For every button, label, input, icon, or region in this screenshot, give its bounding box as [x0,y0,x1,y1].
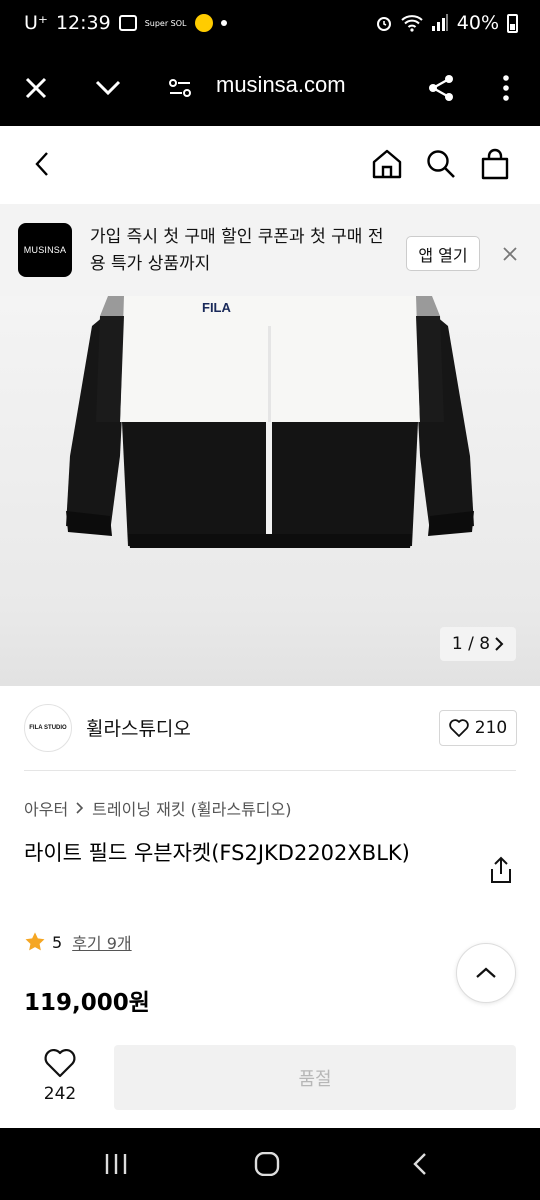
image-counter-text: 1 / 8 [451,634,491,654]
chevron-right-icon [76,802,84,814]
notification-dot-icon [220,20,227,26]
system-nav-bar [0,1128,540,1200]
back-button[interactable] [22,144,62,184]
chevron-down-icon [95,80,121,96]
chevron-left-icon [35,152,48,176]
close-icon [25,77,47,99]
open-app-button[interactable]: 앱 열기 [406,236,480,271]
browser-toolbar: musinsa.com [0,50,540,126]
brand-like-count: 210 [474,718,508,738]
close-banner-button[interactable] [498,242,522,266]
heart-outline-icon [44,1048,76,1078]
wishlist-button[interactable] [44,1048,76,1078]
share-product-button[interactable] [488,856,514,884]
close-icon [503,247,517,261]
soldout-button[interactable]: 품절 [114,1045,516,1110]
battery-percent: 40% [456,12,499,34]
review-link[interactable]: 후기 9개 [72,930,131,954]
signal-icon [431,14,448,31]
wifi-icon [401,15,423,32]
super-sol-icon: Super SOL [144,18,187,28]
breadcrumb: 아우터 트레이닝 재킷 (휠라스튜디오) [24,796,291,820]
carrier-label: U⁺ [24,12,48,34]
home-icon [372,149,402,179]
scroll-to-top-button[interactable] [456,943,516,1003]
clock: 12:39 [55,12,111,34]
image-counter[interactable]: 1 / 8 [440,627,516,661]
shopping-bag-icon [481,148,509,180]
back-nav-button[interactable] [400,1146,440,1182]
kb-icon [194,14,213,32]
search-button[interactable] [421,144,461,184]
tune-icon [169,79,191,97]
rating: 5 후기 9개 [24,930,132,954]
product-price: 119,000원 [24,990,150,1016]
share-upload-icon [491,856,511,883]
chevron-up-icon [476,967,496,978]
banner-message: 가입 즉시 첫 구매 할인 쿠폰과 첫 구매 전용 특가 상품까지 [90,227,384,274]
home-button[interactable] [367,144,407,184]
rating-score: 5 [52,932,63,952]
star-icon [25,932,45,951]
url-text[interactable]: musinsa.com [216,72,346,98]
recent-apps-icon [105,1154,127,1174]
breadcrumb-category[interactable]: 아우터 [24,796,68,820]
app-install-banner: MUSINSA 가입 즉시 첫 구매 할인 쿠폰과 첫 구매 전용 특가 상품까… [0,204,540,296]
divider [24,770,516,771]
share-page-button[interactable] [421,68,461,108]
share-icon [429,75,453,101]
wishlist-count: 242 [43,1084,77,1104]
search-icon [427,150,455,178]
home-nav-button[interactable] [247,1146,287,1182]
recent-apps-button[interactable] [96,1146,136,1182]
site-header [0,126,540,204]
minimize-button[interactable] [88,68,128,108]
more-vert-icon [503,75,509,101]
gallery-icon [118,15,137,31]
brand-like-button[interactable]: 210 [439,710,517,746]
brand-avatar[interactable]: FILA STUDIO [24,704,72,752]
breadcrumb-subcategory[interactable]: 트레이닝 재킷 (휠라스튜디오) [92,796,291,820]
site-settings-button[interactable] [160,68,200,108]
status-bar: U⁺ 12:39 Super SOL 40% [0,0,540,50]
close-tab-button[interactable] [16,68,56,108]
browser-menu-button[interactable] [486,68,526,108]
alarm-icon [376,17,391,31]
back-icon [413,1153,426,1175]
product-title: 라이트 필드 우븐자켓(FS2JKD2202XBLK) [24,841,410,865]
musinsa-logo: MUSINSA [18,223,72,277]
brand-row: FILA STUDIO 휠라스튜디오 210 [0,686,540,770]
battery-icon [507,13,518,33]
cart-button[interactable] [475,144,515,184]
home-circle-icon [254,1152,280,1176]
fila-logo: FILA [202,300,231,315]
heart-outline-icon [448,719,469,737]
chevron-right-icon [495,637,504,651]
brand-name[interactable]: 휠라스튜디오 [86,714,191,741]
